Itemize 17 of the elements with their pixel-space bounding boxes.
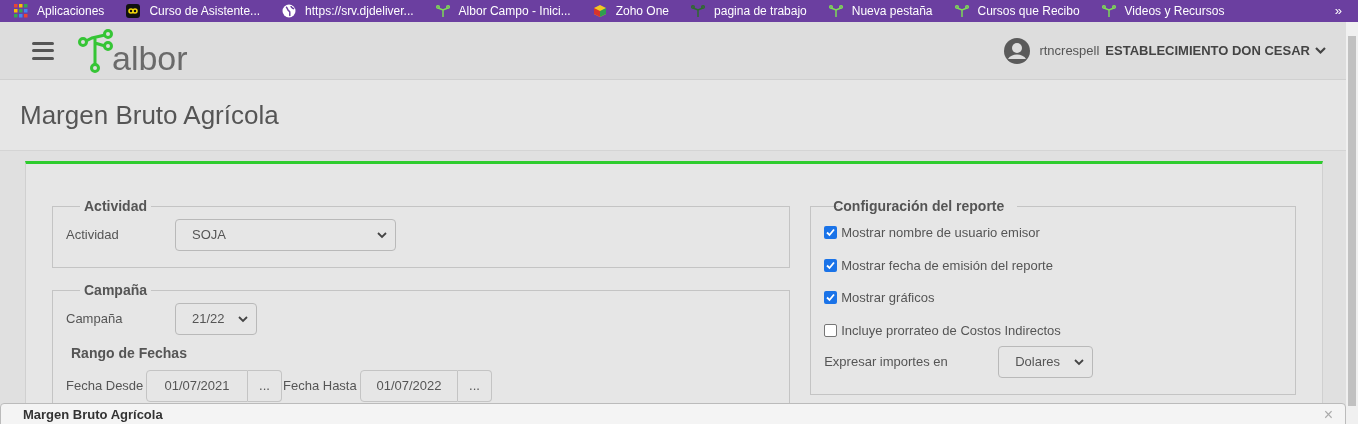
fieldset-legend: Configuración del reporte <box>829 196 1009 217</box>
page-title: Margen Bruto Agrícola <box>20 98 279 132</box>
logo-text: albor <box>112 40 188 75</box>
checkbox-label: Mostrar nombre de usuario emisor <box>841 224 1040 242</box>
section-heading: Rango de Fechas <box>71 344 188 363</box>
dialog-title: Margen Bruto Agrícola <box>23 407 163 423</box>
checkbox-label: Mostrar gráficos <box>841 289 935 307</box>
checkbox-label: Mostrar fecha de emisión del reporte <box>841 256 1053 275</box>
field-label: Actividad <box>66 226 120 245</box>
username: rtncrespell <box>1039 41 1100 60</box>
field-label: Campaña <box>66 310 124 329</box>
checkbox-label: Incluye prorrateo de Costos Indirectos <box>841 321 1061 340</box>
field-label: Expresar importes en <box>824 353 949 372</box>
fieldset-legend: Campaña <box>80 280 152 301</box>
field-label: Fecha Desde <box>66 377 145 396</box>
field-label: Fecha Hasta <box>283 377 358 396</box>
fieldset-legend: Actividad <box>80 196 151 217</box>
